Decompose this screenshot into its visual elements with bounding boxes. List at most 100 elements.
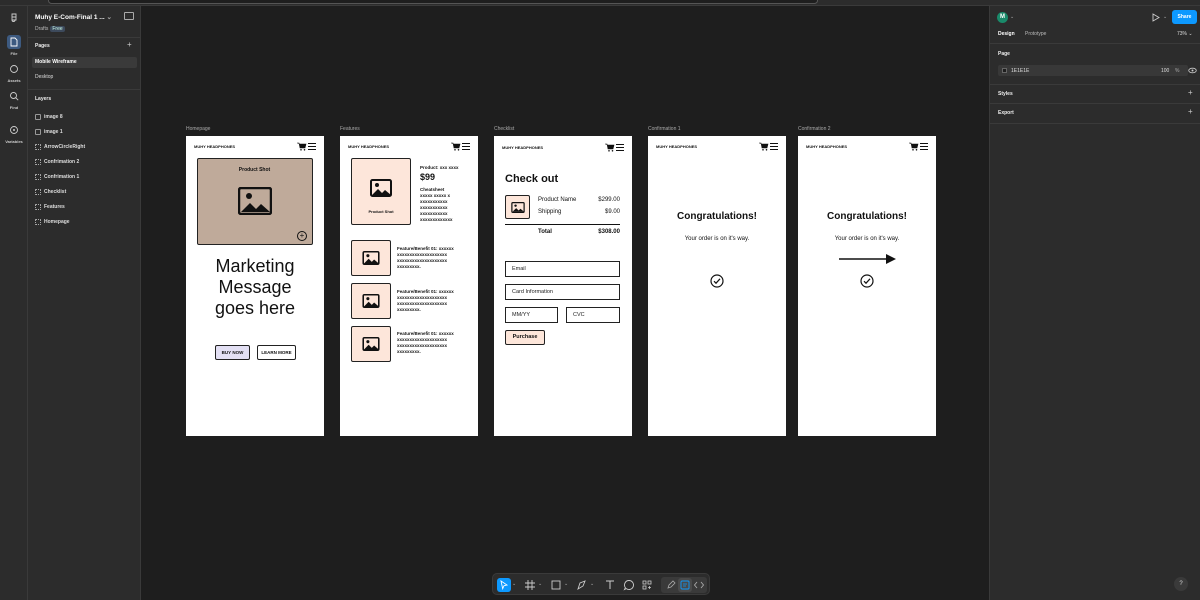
plus-circle-icon[interactable]: + [297, 231, 307, 241]
divider [505, 224, 620, 225]
cart-menu-icons [605, 143, 624, 152]
frame-homepage[interactable]: MUHY HEADPHONES Product Shot + Marketing… [186, 136, 324, 436]
layer-item[interactable]: Checklist [35, 187, 66, 197]
comment-tool-button[interactable] [622, 578, 636, 592]
right-panel: M ⌄ ⌄ Share Design Prototype 73% ⌄ Page … [989, 6, 1200, 600]
chevron-down-icon[interactable]: ⌄ [512, 581, 516, 587]
actions-tool-button[interactable] [640, 578, 654, 592]
rail-find[interactable]: Find [0, 89, 28, 110]
layer-label: image 8 [44, 114, 63, 120]
play-icon[interactable] [1150, 12, 1161, 23]
chevron-down-icon[interactable]: ⌄ [1010, 14, 1014, 20]
purchase-button[interactable]: Purchase [505, 330, 545, 345]
chevron-down-icon[interactable]: ⌄ [590, 581, 594, 587]
frame-label-confirmation-1[interactable]: Confirmation 1 [648, 126, 681, 132]
file-location-label[interactable]: Drafts [35, 26, 48, 32]
image-placeholder-icon [238, 187, 272, 215]
add-style-icon[interactable]: + [1188, 88, 1193, 97]
layer-item[interactable]: ArrowCircleRight [35, 142, 85, 152]
rail-assets[interactable]: Assets [0, 62, 28, 83]
address-bar[interactable] [48, 0, 818, 4]
rail-file[interactable]: File [0, 35, 28, 56]
help-button[interactable]: ? [1174, 577, 1188, 591]
bg-opacity-value[interactable]: 100 [1161, 68, 1169, 74]
eye-icon[interactable] [1188, 66, 1197, 75]
bottom-toolbar: ⌄ ⌄ ⌄ ⌄ [492, 573, 710, 595]
figma-menu-button[interactable] [0, 12, 28, 28]
text-tool-button[interactable] [603, 578, 617, 592]
card-information-field[interactable]: Card Information [505, 284, 620, 300]
layer-item[interactable]: image 8 [35, 112, 63, 122]
rail-variables[interactable]: Variables [0, 123, 28, 144]
page-item-desktop[interactable]: Desktop [32, 72, 137, 83]
chevron-down-icon[interactable]: ⌄ [538, 581, 542, 587]
design-mode-button[interactable] [678, 578, 692, 592]
comment-icon [623, 580, 634, 591]
layer-item[interactable]: Homepage [35, 217, 70, 227]
frame-tool-button[interactable] [523, 578, 537, 592]
shipping-label: Shipping [538, 209, 562, 215]
shape-tool-button[interactable] [549, 578, 563, 592]
chevron-down-icon[interactable]: ⌄ [564, 581, 568, 587]
pen-tool-button[interactable] [575, 578, 589, 592]
color-swatch[interactable] [1002, 68, 1007, 73]
styles-heading: Styles [998, 91, 1013, 97]
sidebar-toggle-icon[interactable] [124, 12, 134, 20]
tab-prototype[interactable]: Prototype [1025, 31, 1046, 37]
check-circle-icon [860, 274, 874, 288]
cart-menu-icons [451, 142, 470, 151]
benefit-title: Feature/Benefit 01: [397, 246, 438, 251]
image-layer-icon [35, 128, 41, 135]
frame-label-checklist[interactable]: Checklist [494, 126, 514, 132]
buy-now-button[interactable]: BUY NOW [215, 345, 250, 360]
divider [990, 84, 1200, 85]
design-icon [680, 580, 690, 590]
order-message: Your order is on it's way. [684, 236, 750, 242]
share-button[interactable]: Share [1172, 10, 1197, 24]
brand-name: MUHY HEADPHONES [656, 144, 698, 149]
order-message: Your order is on it's way. [834, 236, 900, 242]
add-export-icon[interactable]: + [1188, 107, 1193, 116]
frame-confirmation-1[interactable]: MUHY HEADPHONES Congratulations! Your or… [648, 136, 786, 436]
learn-more-button[interactable]: LEARN MORE [257, 345, 296, 360]
draw-mode-button[interactable] [664, 578, 678, 592]
page-background-field[interactable]: 1E1E1E 100 % [998, 65, 1188, 76]
cvc-field[interactable]: CVC [566, 307, 620, 323]
page-item-mobile-wireframe[interactable]: Mobile Wireframe [32, 57, 137, 68]
frame-label-features[interactable]: Features [340, 126, 360, 132]
frame-features[interactable]: MUHY HEADPHONES Product Shot Product: xx… [340, 136, 478, 436]
layer-label: image 1 [44, 129, 63, 135]
chevron-down-icon[interactable]: ⌄ [107, 14, 112, 21]
frame-layer-icon [35, 188, 41, 195]
brand-name: MUHY HEADPHONES [806, 144, 848, 149]
marketing-line: goes here [214, 298, 296, 318]
move-tool-button[interactable] [497, 578, 511, 592]
product-price: $99 [420, 172, 436, 182]
benefit-text: Feature/Benefit 01: xxxxxx xxxxxxxxxxxxx… [397, 246, 473, 270]
layer-item[interactable]: Confrimation 2 [35, 157, 79, 167]
check-circle-icon [710, 274, 724, 288]
file-title[interactable]: Muhy E-Com-Final 1 ... ⌄ [35, 13, 112, 21]
frame-label-confirmation-2[interactable]: Confirmation 2 [798, 126, 831, 132]
bg-opacity-unit: % [1175, 68, 1180, 74]
total-label: Total [538, 229, 552, 235]
frame-label-homepage[interactable]: Homepage [186, 126, 210, 132]
chevron-down-icon[interactable]: ⌄ [1163, 14, 1167, 20]
add-page-icon[interactable]: + [127, 40, 132, 49]
layer-item[interactable]: Features [35, 202, 65, 212]
expiry-field[interactable]: MM/YY [505, 307, 558, 323]
bg-hex-value[interactable]: 1E1E1E [1011, 68, 1029, 74]
layer-item[interactable]: Confrimation 1 [35, 172, 79, 182]
tab-design[interactable]: Design [998, 31, 1015, 37]
frame-checkout[interactable]: MUHY HEADPHONES Check out Product Name $… [494, 136, 632, 436]
benefit-text: Feature/Benefit 01: xxxxxx xxxxxxxxxxxxx… [397, 331, 473, 355]
zoom-control[interactable]: 73% ⌄ [1177, 31, 1193, 37]
divider [990, 103, 1200, 104]
product-shot-box: Product Shot [351, 158, 411, 225]
frame-confirmation-2[interactable]: MUHY HEADPHONES Congratulations! Your or… [798, 136, 936, 436]
frame-layer-icon [35, 173, 41, 180]
layer-item[interactable]: image 1 [35, 127, 63, 137]
dev-mode-button[interactable] [692, 578, 706, 592]
avatar[interactable]: M [997, 12, 1008, 23]
email-field[interactable]: Email [505, 261, 620, 277]
